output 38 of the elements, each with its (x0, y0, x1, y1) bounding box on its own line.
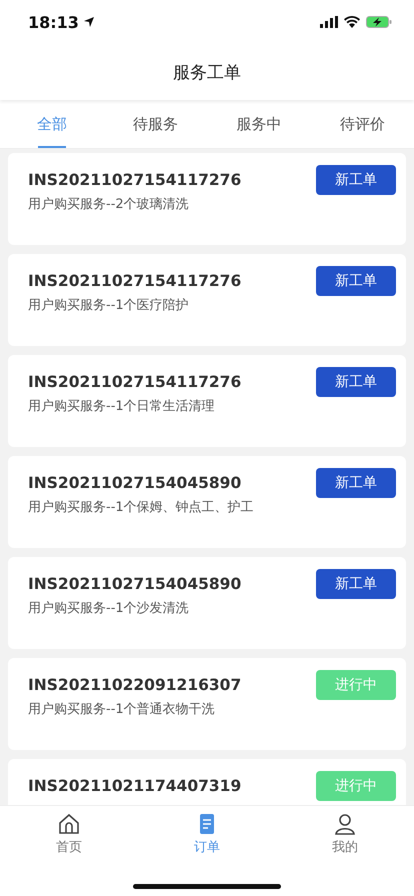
order-number: INS20211027154117276 (28, 373, 242, 391)
order-description: 用户购买服务--1个保姆、钟点工、护工 (28, 499, 254, 516)
order-card[interactable]: INS20211022091216307 用户购买服务--1个普通衣物干洗 进行中 (8, 658, 406, 750)
order-card[interactable]: INS20211027154117276 用户购买服务--1个日常生活清理 新工单 (8, 355, 406, 447)
nav-item[interactable]: 我的 (276, 806, 414, 866)
wifi-icon (344, 16, 360, 28)
location-icon (82, 16, 95, 28)
order-description: 用户购买服务--1个医疗陪护 (28, 297, 190, 314)
order-card[interactable]: INS20211027154117276 用户购买服务--1个医疗陪护 新工单 (8, 254, 406, 346)
battery-icon (366, 16, 392, 28)
order-number: INS20211022091216307 (28, 676, 242, 694)
order-number: INS20211021174407319 (28, 777, 242, 795)
tab[interactable]: 服务中 (207, 100, 310, 148)
order-card[interactable]: INS20211027154045890 用户购买服务--1个沙发清洗 新工单 (8, 557, 406, 649)
tab[interactable]: 待服务 (104, 100, 207, 148)
order-number: INS20211027154045890 (28, 575, 242, 593)
status-button[interactable]: 新工单 (316, 367, 396, 397)
order-description: 用户购买服务--1个普通衣物干洗 (28, 700, 216, 718)
signal-icon (320, 16, 338, 28)
home-icon (57, 812, 81, 836)
tab[interactable]: 待评价 (310, 100, 414, 148)
status-button[interactable]: 新工单 (316, 266, 396, 296)
order-number: INS20211027154117276 (28, 272, 242, 290)
order-card[interactable]: INS20211027154045890 用户购买服务--1个保姆、钟点工、护工 新工单 (8, 456, 406, 548)
status-button[interactable]: 新工单 (316, 468, 396, 498)
nav-item[interactable]: 首页 (0, 806, 138, 866)
order-description: 用户购买服务--2个玻璃清洗 (28, 196, 190, 213)
status-time: 18:13 (28, 12, 79, 32)
order-description: 用户购买服务--1个日常生活清理 (28, 398, 216, 415)
order-description: 用户购买服务--1个沙发清洗 (28, 600, 190, 617)
order-card[interactable]: INS20211021174407319 进行中 (8, 759, 406, 805)
status-button[interactable]: 新工单 (316, 569, 396, 599)
order-number: INS20211027154117276 (28, 171, 242, 189)
order-card[interactable]: INS20211027154117276 用户购买服务--2个玻璃清洗 新工单 (8, 153, 406, 245)
status-button[interactable]: 新工单 (316, 165, 396, 195)
person-icon (333, 812, 357, 836)
page-title: 服务工单 (173, 62, 241, 84)
order-number: INS20211027154045890 (28, 474, 242, 492)
